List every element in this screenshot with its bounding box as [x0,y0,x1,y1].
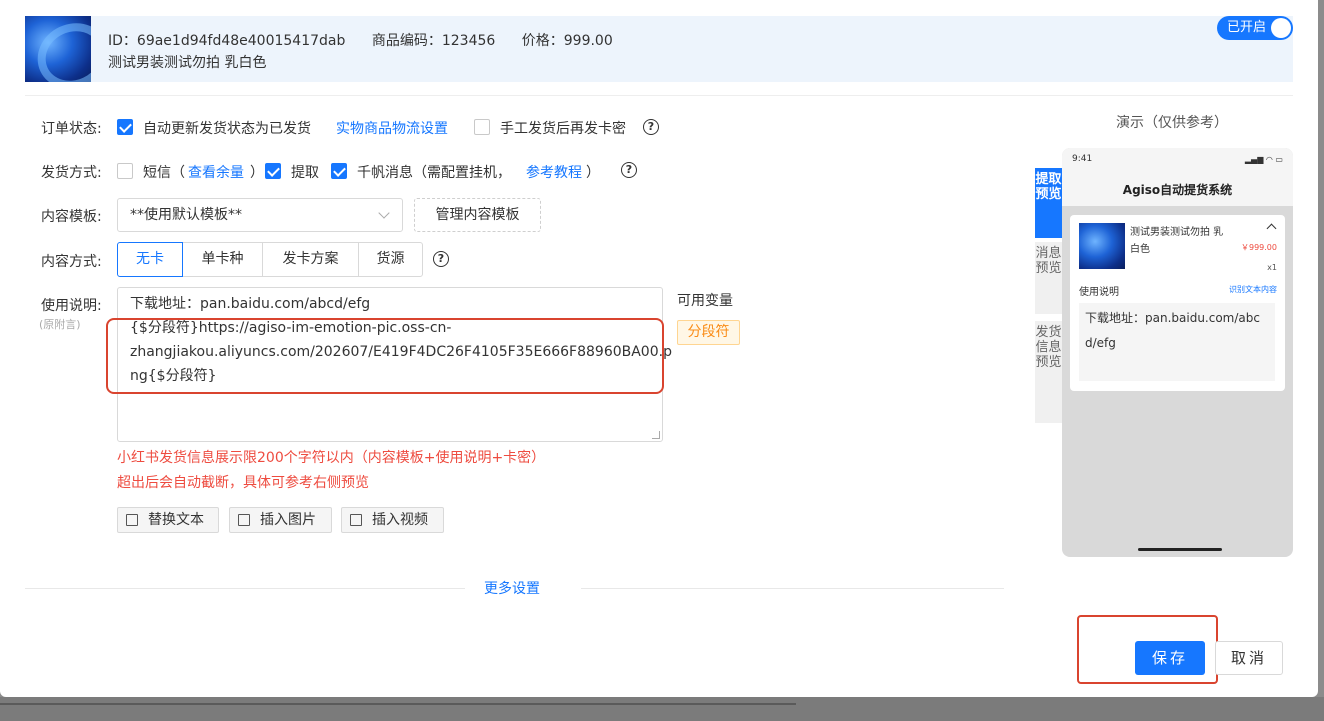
toggle-knob [1271,18,1291,38]
instructions-sublabel: (原附言) [39,318,81,331]
header-divider [25,95,1293,96]
preview-instructions-label: 使用说明 [1079,287,1119,298]
auto-update-label: 自动更新发货状态为已发货 [143,121,311,137]
replace-text-label: 替换文本 [148,512,204,528]
preview-price: ￥999.00 [1241,243,1277,252]
content-mode-label: 内容方式: [41,254,102,270]
insert-image-button[interactable]: 插入图片 [229,507,332,533]
manual-ship-label: 手工发货后再发卡密 [500,121,626,137]
product-name: 测试男装测试勿拍 乳白色 [108,55,267,71]
insert-image-label: 插入图片 [260,512,316,528]
divider-right [581,588,1004,589]
manage-templates-button[interactable]: 管理内容模板 [414,198,541,232]
highlight-annotation-box [106,318,664,394]
signal-wifi-battery-icon: ▂▄▆ ◠ ▭ [1244,155,1283,164]
preview-qty: x1 [1267,263,1277,272]
image-icon [238,514,250,526]
phone-header: 9:41 ▂▄▆ ◠ ▭ Agiso自动提货系统 [1062,148,1293,206]
product-thumbnail [25,16,91,82]
instructions-label: 使用说明: [41,298,102,314]
product-thumbnail [1079,223,1125,269]
truncation-warning: 超出后会自动截断，具体可参考右侧预览 [117,475,369,491]
tab-message-preview[interactable]: 消息预览 [1035,242,1062,314]
product-id: ID：69ae1d94fd48e40015417dab [108,33,346,49]
phone-time: 9:41 [1072,154,1093,164]
logistics-settings-link[interactable]: 实物商品物流设置 [336,118,448,138]
video-icon [350,514,362,526]
sms-close: ） [250,165,264,181]
template-select-value: **使用默认模板** [130,207,242,223]
recognize-text-link[interactable]: 识别文本内容 [1229,284,1277,295]
content-mode-card-plan[interactable]: 发卡方案 [262,242,359,277]
replace-text-button[interactable]: 替换文本 [117,507,219,533]
divider-left [25,588,465,589]
insert-video-button[interactable]: 插入视频 [341,507,444,533]
toggle-label: 已开启 [1227,20,1267,35]
delivery-settings-dialog: ID：69ae1d94fd48e40015417dab 商品编码：123456 … [0,0,1318,697]
more-settings-link[interactable]: 更多设置 [484,578,540,598]
manual-ship-checkbox[interactable] [474,119,490,135]
available-variables-title: 可用变量 [677,293,733,309]
help-icon[interactable]: ? [643,119,659,135]
pickup-label: 提取 [291,165,319,181]
instructions-line: 下载地址：pan.baidu.com/abcd/efg [130,296,371,312]
save-button[interactable]: 保存 [1135,641,1205,675]
tab-pickup-preview[interactable]: 提取预览 [1035,168,1062,238]
content-mode-single-card[interactable]: 单卡种 [182,242,263,277]
qianfan-label: 千帆消息（需配置挂机， [357,165,511,181]
char-limit-warning: 小红书发货信息展示限200个字符以内（内容模板+使用说明+卡密） [117,450,546,466]
preview-title: 演示（仅供参考） [1116,115,1228,131]
qianfan-checkbox[interactable] [331,163,347,179]
background-scrollbar [0,703,796,705]
sms-balance-link[interactable]: 查看余量 [188,162,244,182]
background-overlay [0,697,1324,721]
sms-checkbox[interactable] [117,163,133,179]
chevron-down-icon [378,207,390,219]
qianfan-close: ） [586,165,600,181]
resize-handle[interactable] [652,431,660,439]
help-icon[interactable]: ? [621,162,637,178]
pickup-card: 测试男装测试勿拍 乳白色 ￥999.00 x1 使用说明 识别文本内容 下载地址… [1070,215,1285,391]
insert-video-label: 插入视频 [372,512,428,528]
sms-label: 短信（ [143,165,185,181]
help-icon[interactable]: ? [433,251,449,267]
chevron-up-icon[interactable] [1266,223,1277,234]
enabled-toggle[interactable]: 已开启 [1217,16,1293,40]
tab-shipping-info-preview[interactable]: 发货信息预览 [1035,321,1062,423]
template-select[interactable]: **使用默认模板** [117,198,403,232]
product-price: 价格：999.00 [521,33,613,49]
preview-content: 下载地址：pan.baidu.com/abcd/efg [1079,303,1275,381]
content-mode-source[interactable]: 货源 [358,242,423,277]
auto-update-checkbox[interactable] [117,119,133,135]
order-status-label: 订单状态: [41,121,102,137]
cancel-button[interactable]: 取消 [1215,641,1283,675]
ship-method-label: 发货方式: [41,165,102,181]
content-mode-no-card[interactable]: 无卡 [117,242,183,277]
tutorial-link[interactable]: 参考教程 [526,162,582,182]
phone-app-title: Agiso自动提货系统 [1122,183,1233,197]
preview-product-name: 测试男装测试勿拍 乳白色 [1130,227,1224,255]
product-header: ID：69ae1d94fd48e40015417dab 商品编码：123456 … [25,16,1293,82]
replace-icon [126,514,138,526]
pickup-checkbox[interactable] [265,163,281,179]
phone-preview: 9:41 ▂▄▆ ◠ ▭ Agiso自动提货系统 测试男装测试勿拍 乳白色 ￥9… [1062,148,1293,557]
product-meta: ID：69ae1d94fd48e40015417dab 商品编码：123456 … [108,30,635,50]
product-code: 商品编码：123456 [371,33,496,49]
home-indicator [1138,548,1222,551]
template-label: 内容模板: [41,209,102,225]
separator-variable-tag[interactable]: 分段符 [677,320,740,345]
